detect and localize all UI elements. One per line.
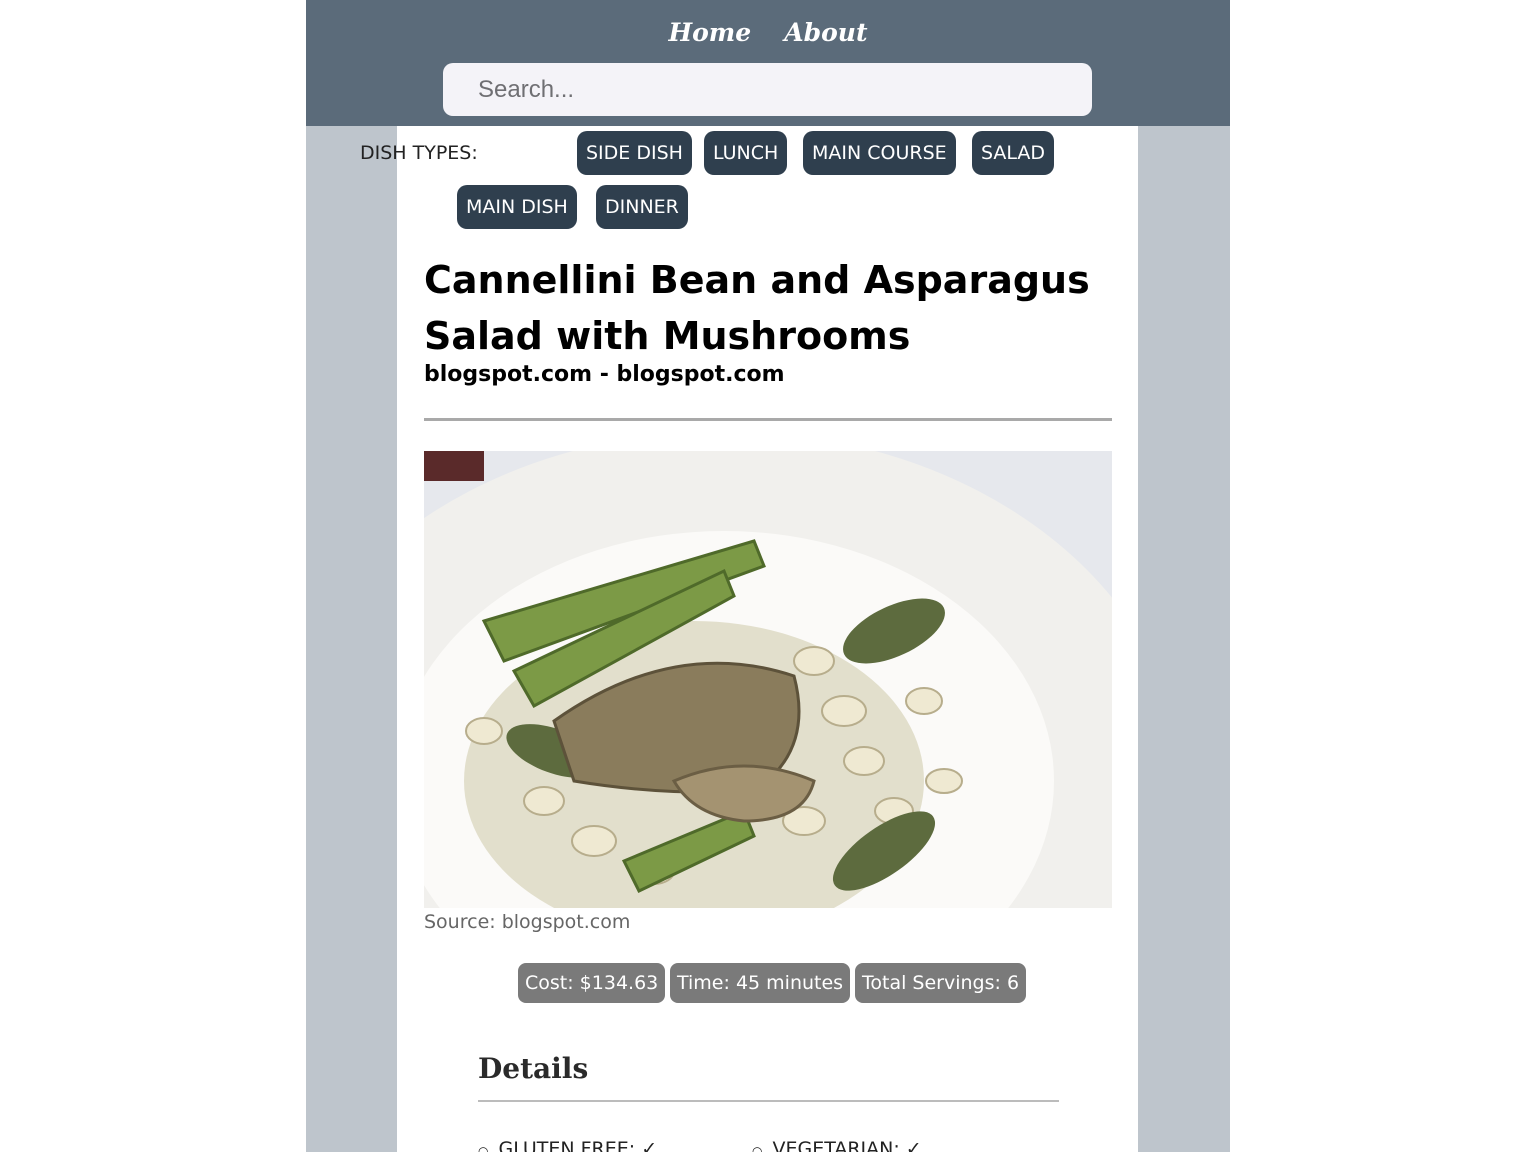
details-heading: Details [478, 1052, 589, 1085]
app-frame: Home About DISH TYPES: SIDE DISH LUNCH M… [306, 0, 1230, 1152]
title-divider [424, 418, 1112, 421]
photo-caption: Source: blogspot.com [424, 911, 631, 933]
dish-type-chip-side-dish[interactable]: SIDE DISH [577, 131, 692, 175]
dish-type-chip-dinner[interactable]: DINNER [596, 185, 688, 229]
nav-about-link[interactable]: About [784, 18, 867, 47]
dish-type-chip-salad[interactable]: SALAD [972, 131, 1055, 175]
cost-badge: Cost: $134.63 [518, 963, 666, 1003]
dish-types-label: DISH TYPES: [360, 142, 478, 164]
detail-gluten-free: ○ GLUTEN FREE: ✓ [478, 1138, 657, 1152]
details-divider [478, 1100, 1059, 1102]
navbar: Home About [306, 0, 1230, 126]
bullet-icon: ○ [752, 1144, 763, 1152]
detail-vegetarian: ○ VEGETARIAN: ✓ [752, 1138, 922, 1152]
nav-links: Home About [306, 18, 1230, 47]
dish-type-chip-lunch[interactable]: LUNCH [704, 131, 788, 175]
bullet-icon: ○ [478, 1144, 489, 1152]
servings-badge: Total Servings: 6 [855, 963, 1027, 1003]
nav-home-link[interactable]: Home [668, 18, 751, 47]
recipe-photo [424, 451, 1112, 908]
time-badge: Time: 45 minutes [670, 963, 851, 1003]
recipe-title: Cannellini Bean and Asparagus Salad with… [424, 258, 1090, 358]
detail-gluten-free-label: GLUTEN FREE: ✓ [498, 1138, 658, 1152]
dish-type-chip-main-course[interactable]: MAIN COURSE [803, 131, 956, 175]
dish-type-chip-main-dish[interactable]: MAIN DISH [457, 185, 577, 229]
recipe-source-subtitle: blogspot.com - blogspot.com [424, 362, 785, 387]
search-input[interactable] [443, 63, 1092, 116]
detail-vegetarian-label: VEGETARIAN: ✓ [772, 1138, 922, 1152]
